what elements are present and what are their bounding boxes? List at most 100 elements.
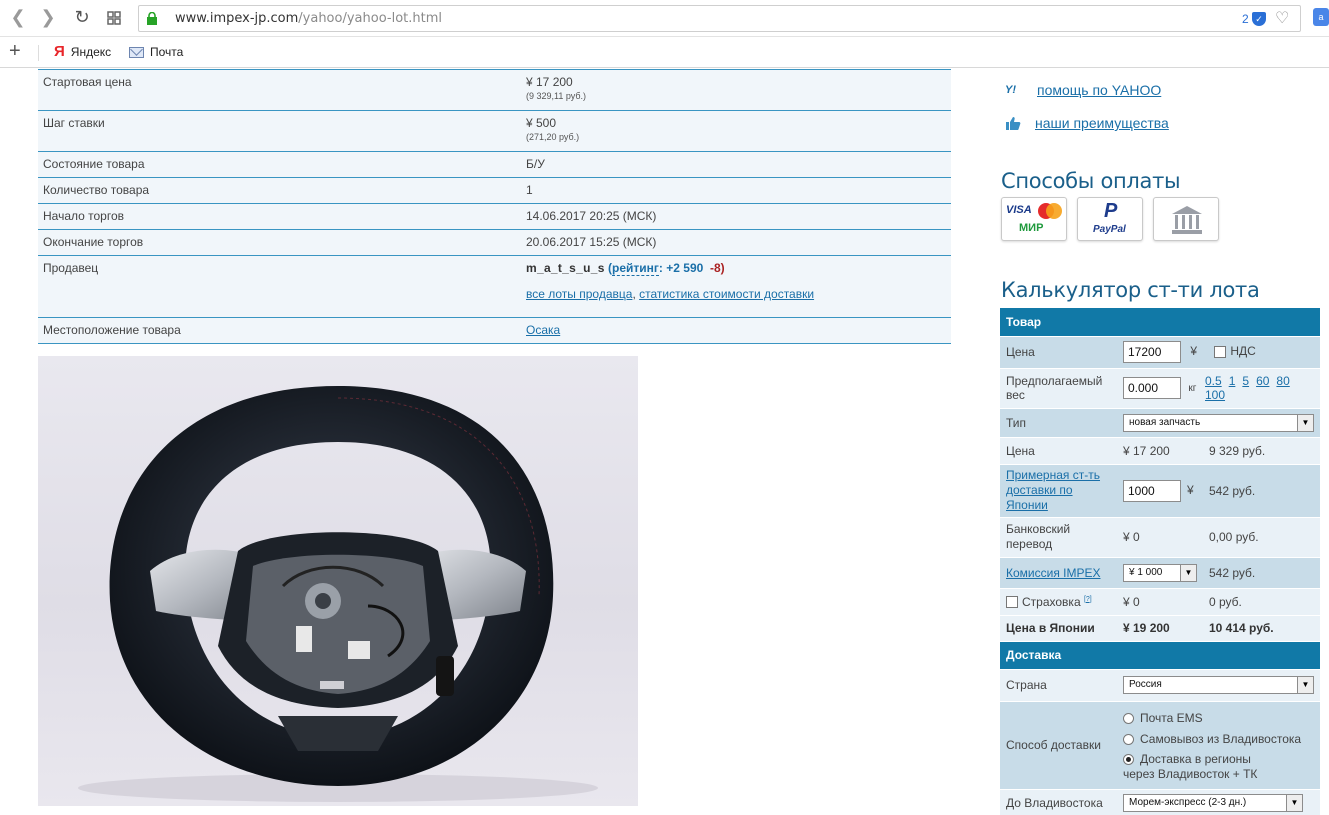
domestic-shipping-input[interactable]: 1000 [1123,479,1181,502]
insurance-label: Страховка [1022,594,1081,609]
paypal-logo: PayPal [1093,224,1126,235]
option-label: Доставка в регионы [1140,752,1251,766]
weight-preset-link[interactable]: 5 [1242,374,1249,388]
reload-icon[interactable]: ↻ [72,8,92,28]
product-photo[interactable] [38,356,638,806]
yahoo-icon: Y! [1005,84,1016,96]
advantages-link[interactable]: наши преимущества [1035,115,1169,131]
start-price-rub: (9 329,11 руб.) [526,91,587,101]
calc-row-country: Страна Россия ▼ [1000,669,1320,702]
calc-row-price: Цена 17200 ¥ НДС [1000,336,1320,369]
row-value: Осака [521,317,951,344]
calc-row-type: Тип новая запчасть ▼ [1000,408,1320,438]
bookmark-label: Почта [150,45,184,59]
row-label: Начало торгов [38,203,521,230]
delivery-method-label: Способ доставки [1000,701,1117,790]
payment-card-visa-mc-mir[interactable]: VISA МИР [1001,197,1067,241]
lock-icon [147,12,157,25]
forward-icon[interactable]: ❯ [38,8,58,28]
extension-icon[interactable]: a [1313,8,1329,26]
domestic-shipping-link[interactable]: Примерная ст-ть доставки по Японии [1006,468,1100,512]
option-label: Почта EMS [1140,711,1203,725]
seller-name[interactable]: m_a_t_s_u_s [526,261,605,275]
type-label: Тип [1000,408,1117,438]
row-label: Окончание торгов [38,229,521,256]
page-content: Стартовая цена ¥ 17 200 (9 329,11 руб.) Ш… [0,69,1329,815]
delivery-option-ems[interactable]: Почта EMS [1123,708,1314,729]
price-summary-yen: ¥ 17 200 [1117,437,1203,465]
add-bookmark-icon[interactable]: + [9,40,21,63]
tabs-grid-icon[interactable] [104,8,124,28]
section-header-goods: Товар [1000,308,1320,337]
divider [38,45,39,61]
row-value: ¥ 17 200 (9 329,11 руб.) [521,69,951,111]
section-header-delivery: Доставка [1000,641,1320,670]
radio-button-selected[interactable] [1123,754,1134,766]
lot-cost-calculator: Товар Цена 17200 ¥ НДС Предполагаемый ве… [1000,308,1320,815]
weight-input[interactable]: 0.000 [1123,377,1181,399]
payment-card-paypal[interactable]: P PayPal [1077,197,1143,241]
advantages-item[interactable]: наши преимущества [1005,115,1169,131]
yahoo-help-item[interactable]: Y! помощь по YAHOO [1005,82,1161,98]
radio-button[interactable] [1123,713,1134,725]
blocked-count: 2 [1242,12,1249,26]
end-date: 20.06.2017 15:25 (МСК) [521,229,951,256]
bookmark-mail[interactable]: Почта [129,45,183,59]
country-select-value: Россия [1129,679,1162,690]
total-label: Цена в Японии [1000,615,1117,642]
url-text: www.impex-jp.com/yahoo/yahoo-lot.html [175,11,442,26]
commission-select[interactable]: ¥ 1 000 ▼ [1123,563,1197,582]
insurance-yen: ¥ 0 [1117,588,1203,616]
browser-toolbar: ❮ ❯ ↻ www.impex-jp.com/yahoo/yahoo-lot.h… [0,0,1329,37]
yen-sign: ¥ [1190,344,1198,359]
commission-link[interactable]: Комиссия IMPEX [1006,566,1101,580]
mail-icon [129,46,144,58]
shield-icon[interactable]: ✓ [1252,12,1266,26]
mir-logo: МИР [1019,222,1044,234]
address-bar[interactable]: www.impex-jp.com/yahoo/yahoo-lot.html 2 … [138,5,1301,32]
price-input[interactable]: 17200 [1123,341,1181,363]
vladivostok-select[interactable]: Морем-экспресс (2-3 дн.) ▼ [1123,794,1303,812]
rating-negative: -8 [709,261,721,275]
all-seller-lots-link[interactable]: все лоты продавца [526,287,632,301]
rating-link[interactable]: рейтинг [612,261,659,276]
rating-positive: +2 590 [666,261,704,275]
weight-preset-link[interactable]: 100 [1205,388,1225,402]
weight-preset-link[interactable]: 0.5 [1205,374,1222,388]
shipping-stats-link[interactable]: статистика стоимости доставки [639,287,814,301]
weight-preset-link[interactable]: 60 [1256,374,1269,388]
steering-wheel-image [78,386,598,802]
thumbs-up-icon [1006,117,1021,130]
row-label: Стартовая цена [38,69,521,111]
chevron-down-icon: ▼ [1297,677,1313,693]
type-select-value: новая запчасть [1129,416,1201,428]
location-link[interactable]: Осака [526,323,560,337]
paypal-icon: P [1104,200,1118,222]
table-row: Стартовая цена ¥ 17 200 (9 329,11 руб.) [38,69,951,111]
bookmark-yandex[interactable]: Я Яндекс [54,44,111,59]
vat-checkbox[interactable] [1214,346,1227,358]
quantity-value: 1 [521,177,951,204]
payment-title: Способы оплаты [1001,169,1181,193]
colon: : [658,261,663,275]
payment-card-bank[interactable] [1153,197,1219,241]
insurance-help-link[interactable]: [?] [1084,596,1092,603]
type-select[interactable]: новая запчасть ▼ [1123,413,1314,432]
bookmarks-bar: + Я Яндекс Почта [0,37,1329,68]
delivery-option-regions[interactable]: Доставка в регионы через Владивосток + ТК [1123,752,1314,782]
yahoo-help-link[interactable]: помощь по YAHOO [1037,82,1161,98]
calc-row-bank: Банковский перевод ¥ 0 0,00 руб. [1000,517,1320,558]
total-rub: 10 414 руб. [1203,615,1320,642]
domestic-shipping-rub: 542 руб. [1203,464,1320,518]
row-label: Состояние товара [38,151,521,178]
vat-label: НДС [1230,344,1256,359]
country-select[interactable]: Россия ▼ [1123,676,1314,694]
bookmark-heart-icon[interactable]: ♡ [1275,8,1289,28]
radio-button[interactable] [1123,734,1134,746]
insurance-checkbox[interactable] [1006,596,1018,609]
back-icon[interactable]: ❮ [8,8,28,28]
weight-preset-link[interactable]: 80 [1276,374,1289,388]
weight-preset-link[interactable]: 1 [1229,374,1236,388]
commission-rub: 542 руб. [1203,557,1320,589]
delivery-option-pickup[interactable]: Самовывоз из Владивостока [1123,729,1314,750]
